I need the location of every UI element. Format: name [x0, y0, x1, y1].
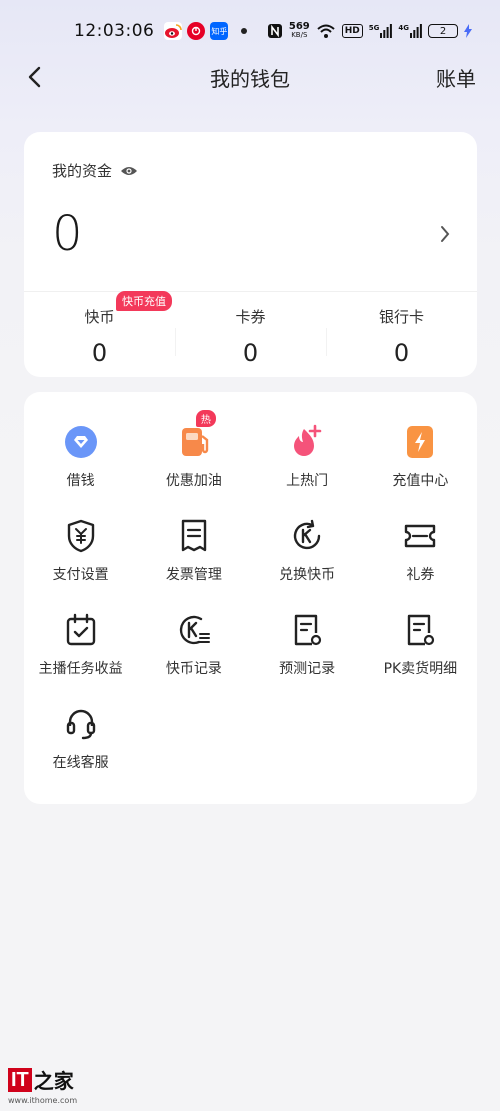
bill-button[interactable]: 账单 — [436, 63, 476, 92]
stat-kuaibi[interactable]: 快币 0 快币充值 — [24, 291, 175, 377]
status-bar: 12:03:06 知乎 569 KB/S HD 5G 4G 2 — [0, 0, 500, 62]
service-label: PK卖货明细 — [383, 661, 458, 677]
payment-shield-icon — [61, 516, 101, 556]
network-speed: 569 KB/S — [288, 21, 310, 40]
weibo-icon — [164, 22, 183, 40]
service-invoice[interactable]: 发票管理 — [137, 516, 250, 610]
services-card: 借钱 热 优惠加油 上热门 充值中心 支付设置 发票管理 兑换快币 礼券 主播任… — [24, 392, 477, 804]
service-label: 支付设置 — [52, 567, 109, 583]
calendar-check-icon — [61, 610, 101, 650]
service-gift-coupons[interactable]: 礼券 — [364, 516, 477, 610]
funds-header: 我的资金 — [52, 160, 138, 181]
watermark-url: www.ithome.com — [8, 1096, 78, 1105]
stat-label: 银行卡 — [378, 308, 424, 326]
service-loan[interactable]: 借钱 — [24, 422, 137, 516]
service-customer-support[interactable]: 在线客服 — [24, 704, 137, 798]
services-grid: 借钱 热 优惠加油 上热门 充值中心 支付设置 发票管理 兑换快币 礼券 主播任… — [24, 410, 477, 798]
service-label: 快币记录 — [165, 661, 222, 677]
service-prediction-records[interactable]: 预测记录 — [251, 610, 364, 704]
recharge-icon — [400, 422, 440, 462]
back-button[interactable] — [22, 61, 46, 93]
stat-value: 0 — [91, 339, 108, 367]
chevron-right-icon[interactable] — [439, 224, 451, 244]
wifi-icon — [317, 24, 335, 38]
exchange-coin-icon — [287, 516, 327, 556]
ithome-logo: IT 之家 — [8, 1065, 77, 1094]
system-icons: 569 KB/S HD 5G 4G 2 — [267, 22, 472, 40]
notification-icons: 知乎 — [164, 22, 248, 40]
stat-value: 0 — [393, 339, 410, 367]
funds-card: 我的资金 0 快币 0 快币充值 卡券 0 银行卡 0 — [24, 132, 477, 377]
service-fuel[interactable]: 热 优惠加油 — [137, 410, 250, 516]
service-label: 主播任务收益 — [38, 661, 123, 677]
service-label: 优惠加油 — [165, 473, 222, 489]
service-label: 上热门 — [286, 473, 329, 489]
funds-label: 我的资金 — [52, 162, 113, 180]
page-title: 我的钱包 — [210, 66, 290, 91]
service-label: 在线客服 — [52, 755, 109, 771]
stat-coupons[interactable]: 卡券 0 — [175, 292, 326, 377]
invoice-icon — [174, 516, 214, 556]
hot-badge: 热 — [195, 410, 216, 427]
ithome-watermark: IT 之家 www.ithome.com — [8, 1065, 77, 1105]
flame-plus-icon — [287, 422, 327, 462]
ticket-icon — [400, 516, 440, 556]
hd-icon: HD — [341, 24, 363, 38]
service-pk-sales[interactable]: PK卖货明细 — [364, 610, 477, 704]
service-exchange-coin[interactable]: 兑换快币 — [251, 516, 364, 610]
balance-amount[interactable]: 0 — [52, 206, 83, 262]
signal-5g-icon: 5G — [369, 24, 393, 38]
fuel-icon: 热 — [174, 410, 216, 462]
more-notifications-dot — [241, 28, 248, 34]
headset-icon — [61, 704, 101, 744]
coin-record-icon — [174, 610, 214, 650]
prediction-record-icon — [287, 610, 327, 650]
zhihu-icon: 知乎 — [210, 22, 229, 40]
signal-4g-icon: 4G — [398, 24, 422, 38]
service-label: 发票管理 — [165, 567, 222, 583]
pk-sales-icon — [400, 610, 440, 650]
service-streamer-income[interactable]: 主播任务收益 — [24, 610, 137, 704]
charging-bolt-icon — [464, 24, 472, 38]
service-label: 兑换快币 — [279, 567, 336, 583]
netease-music-icon — [187, 22, 206, 40]
status-time: 12:03:06 — [74, 21, 155, 41]
nfc-icon — [267, 24, 282, 38]
service-coin-records[interactable]: 快币记录 — [137, 610, 250, 704]
eye-icon — [121, 166, 138, 175]
service-label: 借钱 — [66, 473, 95, 489]
stat-value: 0 — [242, 339, 259, 367]
service-label: 预测记录 — [279, 661, 336, 677]
service-label: 礼券 — [406, 567, 435, 583]
service-label: 充值中心 — [392, 473, 449, 489]
service-trending[interactable]: 上热门 — [251, 422, 364, 516]
asset-stats: 快币 0 快币充值 卡券 0 银行卡 0 — [24, 291, 477, 377]
stat-bank-cards[interactable]: 银行卡 0 — [326, 292, 477, 377]
back-arrow-icon — [28, 66, 41, 88]
recharge-badge[interactable]: 快币充值 — [116, 291, 172, 311]
battery-icon: 2 — [428, 24, 458, 38]
service-recharge-center[interactable]: 充值中心 — [364, 422, 477, 516]
loan-icon — [61, 422, 101, 462]
stat-label: 卡券 — [235, 308, 266, 326]
nav-bar: 我的钱包 账单 — [0, 55, 500, 99]
toggle-visibility-button[interactable] — [120, 165, 138, 177]
service-payment-settings[interactable]: 支付设置 — [24, 516, 137, 610]
